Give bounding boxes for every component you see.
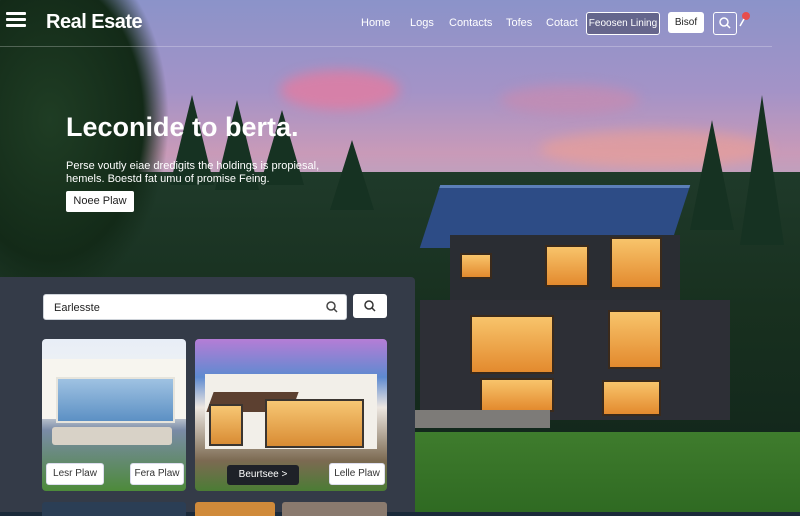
listing-search-field[interactable]: [43, 294, 347, 320]
lower-floor: [420, 300, 730, 420]
search-icon: [364, 300, 376, 312]
search-icon: [719, 17, 731, 29]
sunset-cloud: [500, 85, 640, 115]
upper-floor: [450, 235, 680, 305]
nav-home[interactable]: Home: [361, 17, 390, 29]
window: [265, 399, 364, 448]
window: [480, 378, 554, 412]
listing-photo: [52, 427, 172, 445]
listing-card-partial[interactable]: [42, 502, 186, 516]
listing-photo: [56, 377, 175, 423]
listing-card-partial[interactable]: [282, 502, 387, 516]
view-plan-button[interactable]: Fera Plaw: [130, 463, 184, 485]
nav-logs[interactable]: Logs: [410, 17, 434, 29]
featured-listing-button[interactable]: Feoosen Lining: [586, 12, 660, 35]
nav-contacts[interactable]: Contacts: [449, 17, 492, 29]
browse-button[interactable]: Beurtsee >: [227, 465, 299, 485]
view-plan-button[interactable]: Lesr Plaw: [46, 463, 104, 485]
search-icon: [326, 301, 338, 313]
window: [610, 237, 662, 289]
hero-description: Perse voutly eiae dredigits the holdings…: [66, 160, 320, 185]
deck: [410, 410, 550, 428]
window: [209, 404, 243, 446]
window: [460, 253, 492, 279]
tree: [740, 95, 784, 245]
top-navigation: Real Esate Home Logs Contacts Tofes Cota…: [0, 0, 772, 47]
window: [602, 380, 661, 416]
hamburger-menu-icon[interactable]: [6, 12, 26, 28]
sunset-cloud: [540, 130, 770, 168]
listings-panel: Lesr Plaw Fera Plaw Beurtsee > Lelle Pla…: [0, 277, 415, 516]
listing-card[interactable]: Lesr Plaw Fera Plaw: [42, 339, 186, 491]
hero-title: Leconide to berta.: [66, 112, 299, 142]
listing-card-partial[interactable]: [195, 502, 275, 516]
sign-in-button[interactable]: Bisof: [668, 12, 704, 33]
listing-card[interactable]: Beurtsee > Lelle Plaw: [195, 339, 387, 491]
nav-tofes[interactable]: Tofes: [506, 17, 532, 29]
sunset-cloud: [280, 70, 400, 110]
modern-house: [410, 185, 730, 435]
search-input[interactable]: [52, 299, 321, 317]
lawn: [380, 432, 800, 512]
window: [470, 315, 554, 374]
hero-cta-button[interactable]: Noee Plaw: [66, 191, 134, 212]
window: [608, 310, 662, 369]
listing-photo: [205, 374, 377, 449]
location-pin-icon[interactable]: [738, 10, 752, 28]
window: [545, 245, 589, 287]
nav-contact[interactable]: Cotact: [546, 17, 578, 29]
header-search-button[interactable]: [713, 12, 737, 35]
brand-logo[interactable]: Real Esate: [46, 11, 143, 34]
view-plan-button[interactable]: Lelle Plaw: [329, 463, 385, 485]
search-submit-button[interactable]: [353, 294, 387, 318]
